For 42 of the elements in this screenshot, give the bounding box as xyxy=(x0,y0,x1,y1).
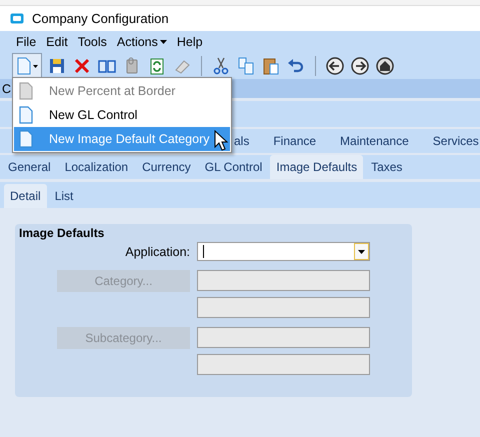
tab[interactable]: Currency xyxy=(136,157,197,179)
input-field[interactable] xyxy=(197,354,370,375)
text-cursor xyxy=(203,245,204,258)
window-title: Company Configuration xyxy=(32,11,169,26)
tab[interactable]: List xyxy=(48,186,80,208)
delete-icon[interactable] xyxy=(72,56,92,76)
input-field[interactable] xyxy=(197,270,370,291)
menu-item[interactable]: Help xyxy=(176,35,203,49)
tab[interactable]: Maintenance xyxy=(334,131,415,153)
tab[interactable]: als xyxy=(228,131,256,153)
input-field[interactable] xyxy=(197,327,370,348)
menu-item[interactable]: File xyxy=(16,35,36,49)
back-icon[interactable] xyxy=(325,56,345,76)
menu-item[interactable]: Edit xyxy=(46,35,68,49)
caret-icon xyxy=(160,40,167,44)
document-icon xyxy=(19,106,33,124)
section-header: C xyxy=(2,82,12,96)
document-icon xyxy=(19,82,33,100)
tab[interactable]: Services xyxy=(426,131,480,153)
caret-icon xyxy=(358,250,365,254)
tab[interactable]: General xyxy=(2,157,57,179)
tab[interactable]: Image Defaults xyxy=(270,155,364,179)
input-field[interactable] xyxy=(197,297,370,318)
cut-icon[interactable] xyxy=(211,56,231,76)
tab[interactable]: Localization xyxy=(58,157,134,179)
tab[interactable]: Taxes xyxy=(365,157,408,179)
panel-title: Image Defaults xyxy=(19,226,106,240)
menu-item[interactable]: Tools xyxy=(78,35,107,49)
app-icon xyxy=(10,13,24,24)
field-label: Application: xyxy=(124,244,190,258)
tab[interactable]: Finance xyxy=(267,131,322,153)
document-icon xyxy=(19,130,33,148)
forward-icon[interactable] xyxy=(350,56,370,76)
copy-icon[interactable] xyxy=(236,56,256,76)
application-dropdown[interactable] xyxy=(197,242,370,261)
new-button[interactable] xyxy=(12,53,42,79)
home-icon[interactable] xyxy=(375,56,395,76)
tab[interactable]: Detail xyxy=(4,184,47,208)
menu-item[interactable]: Actions xyxy=(116,35,167,49)
paste-icon[interactable] xyxy=(261,56,281,76)
tab[interactable]: GL Control xyxy=(198,157,268,179)
save-icon[interactable] xyxy=(47,56,67,76)
